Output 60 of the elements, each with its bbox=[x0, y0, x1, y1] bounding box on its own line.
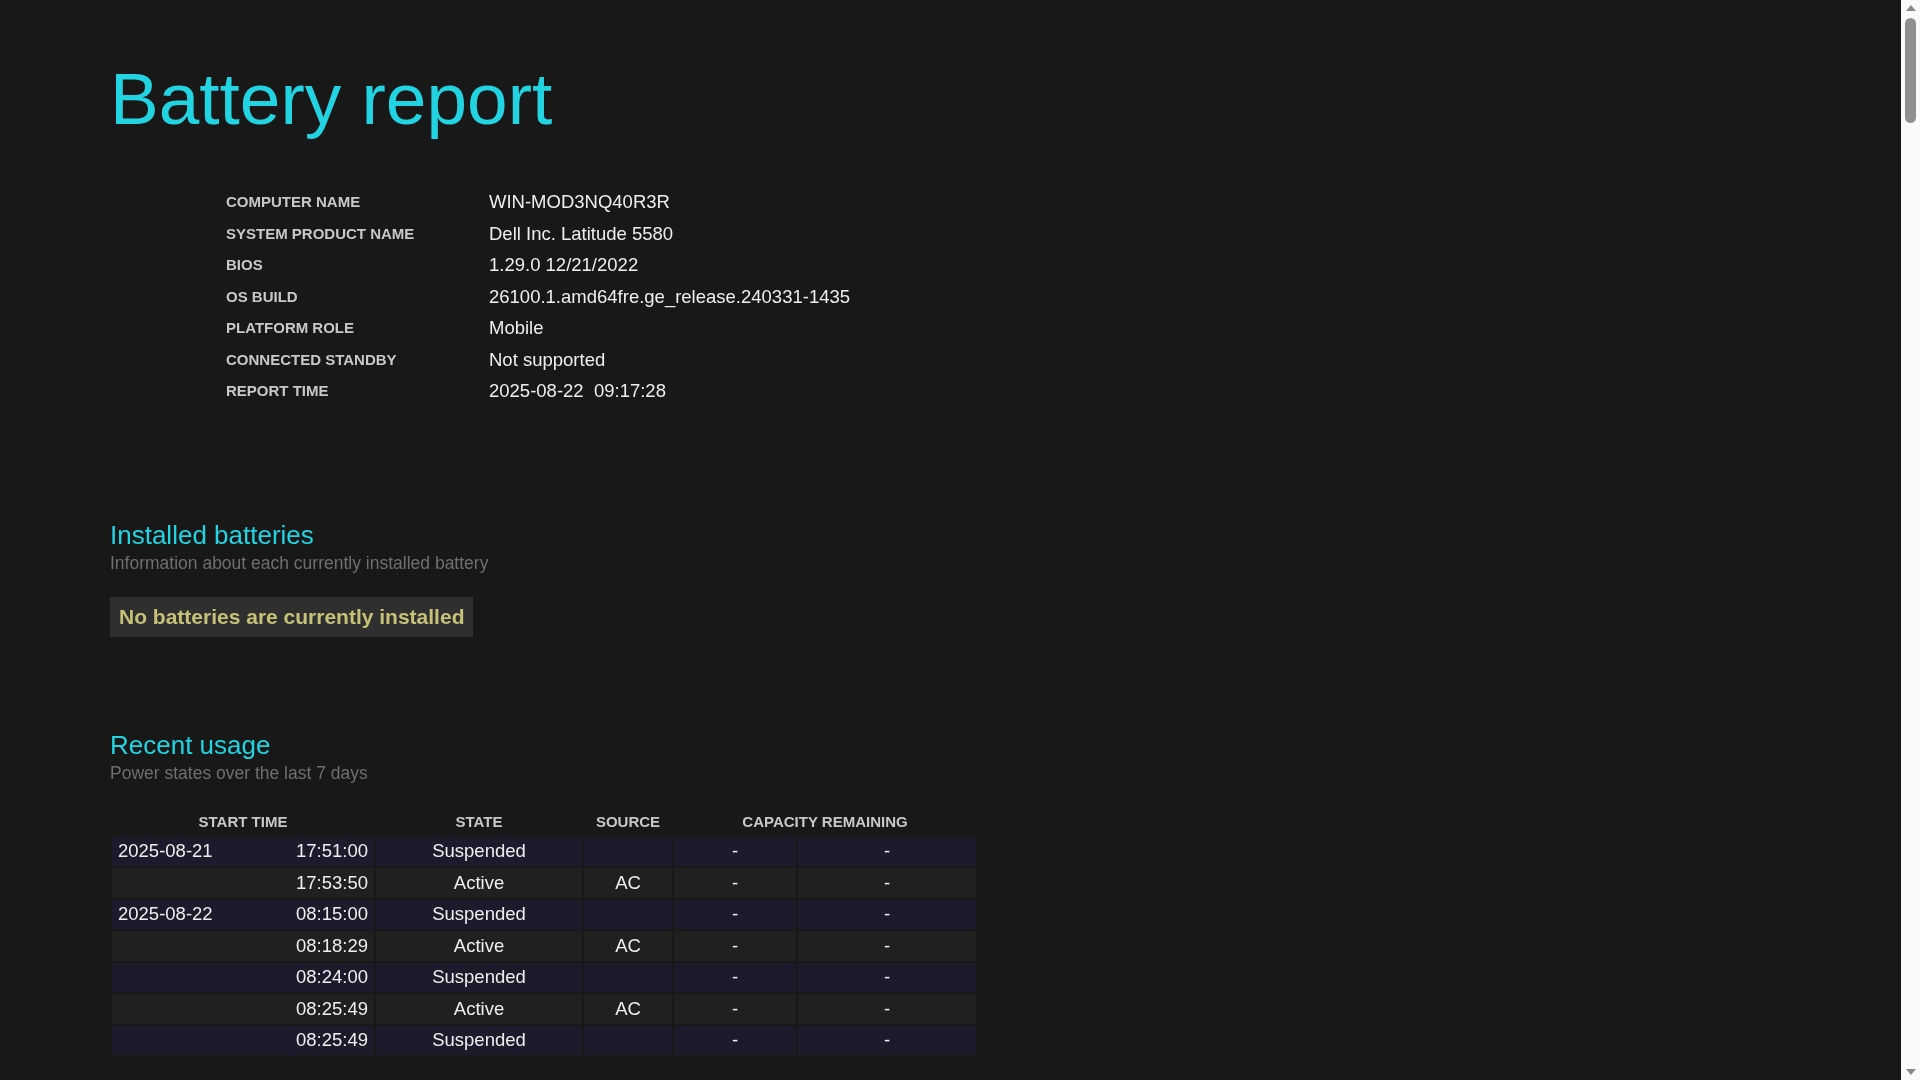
info-label: OS BUILD bbox=[226, 286, 299, 307]
time-text: 17:53:50 bbox=[296, 871, 368, 894]
table-cell: - bbox=[798, 994, 976, 1024]
column-header: START TIME bbox=[197, 812, 289, 832]
table-cell: Suspended bbox=[376, 1025, 582, 1055]
table-cell: Suspended bbox=[376, 836, 582, 866]
info-value: 1.29.0 12/21/2022 bbox=[489, 253, 640, 277]
info-label: CONNECTED STANDBY bbox=[226, 349, 398, 370]
table-cell: - bbox=[674, 868, 796, 898]
table-cell: Active bbox=[376, 931, 582, 961]
section-subtitle: Information about each currently installed battery bbox=[110, 551, 489, 575]
info-label: PLATFORM ROLE bbox=[226, 318, 356, 338]
table-cell: - bbox=[798, 836, 976, 866]
column-header: SOURCE bbox=[594, 812, 662, 832]
table-cell: - bbox=[798, 899, 976, 929]
info-label: BIOS bbox=[226, 255, 264, 275]
date-text: 2025-08-22 bbox=[118, 903, 213, 926]
table-cell: - bbox=[798, 1025, 976, 1055]
info-value: 26100.1.amd64fre.ge_release.240331-1435 bbox=[489, 284, 851, 310]
report-title: Battery report bbox=[110, 57, 554, 141]
info-value: Not supported bbox=[489, 347, 607, 372]
time-text: 08:25:49 bbox=[296, 1029, 368, 1052]
table-cell: - bbox=[674, 931, 796, 961]
table-cell: - bbox=[798, 868, 976, 898]
time-text: 08:24:00 bbox=[296, 966, 368, 989]
table-cell: AC bbox=[584, 868, 672, 898]
time-text: 08:18:29 bbox=[296, 934, 368, 957]
scrollbar-thumb[interactable] bbox=[1905, 18, 1916, 123]
table-cell: Active bbox=[376, 868, 582, 898]
info-value: WIN-MOD3NQ40R3R bbox=[489, 190, 671, 214]
section-subtitle: Power states over the last 7 days bbox=[110, 761, 368, 785]
table-cell: - bbox=[674, 836, 796, 866]
table-cell: AC bbox=[584, 931, 672, 961]
table-cell: - bbox=[674, 994, 796, 1024]
info-value: Mobile bbox=[489, 316, 545, 340]
table-cell: - bbox=[674, 899, 796, 929]
scroll-up-icon[interactable] bbox=[1904, 4, 1917, 12]
column-header: STATE bbox=[454, 812, 504, 832]
table-cell: - bbox=[798, 931, 976, 961]
table-cell: Active bbox=[376, 994, 582, 1024]
time-text: 17:51:00 bbox=[296, 840, 368, 863]
table-cell: Suspended bbox=[376, 899, 582, 929]
time-text: 08:25:49 bbox=[296, 997, 368, 1020]
scroll-down-icon[interactable] bbox=[1904, 1068, 1917, 1076]
section-heading: Recent usage bbox=[110, 728, 271, 761]
table-cell: Suspended bbox=[376, 962, 582, 992]
table-cell: AC bbox=[584, 994, 672, 1024]
info-value: 2025-08-22 09:17:28 bbox=[489, 379, 667, 403]
section-heading: Installed batteries bbox=[110, 518, 314, 551]
notice-banner: No batteries are currently installed bbox=[110, 596, 474, 637]
table-cell: - bbox=[674, 962, 796, 992]
column-header: CAPACITY REMAINING bbox=[741, 812, 909, 832]
info-value: Dell Inc. Latitude 5580 bbox=[489, 221, 675, 246]
info-label: COMPUTER NAME bbox=[226, 192, 362, 212]
date-text: 2025-08-21 bbox=[118, 840, 213, 863]
info-label: REPORT TIME bbox=[226, 381, 330, 401]
time-text: 08:15:00 bbox=[296, 903, 368, 926]
table-cell: - bbox=[674, 1025, 796, 1055]
info-label: SYSTEM PRODUCT NAME bbox=[226, 223, 416, 244]
table-cell: - bbox=[798, 962, 976, 992]
